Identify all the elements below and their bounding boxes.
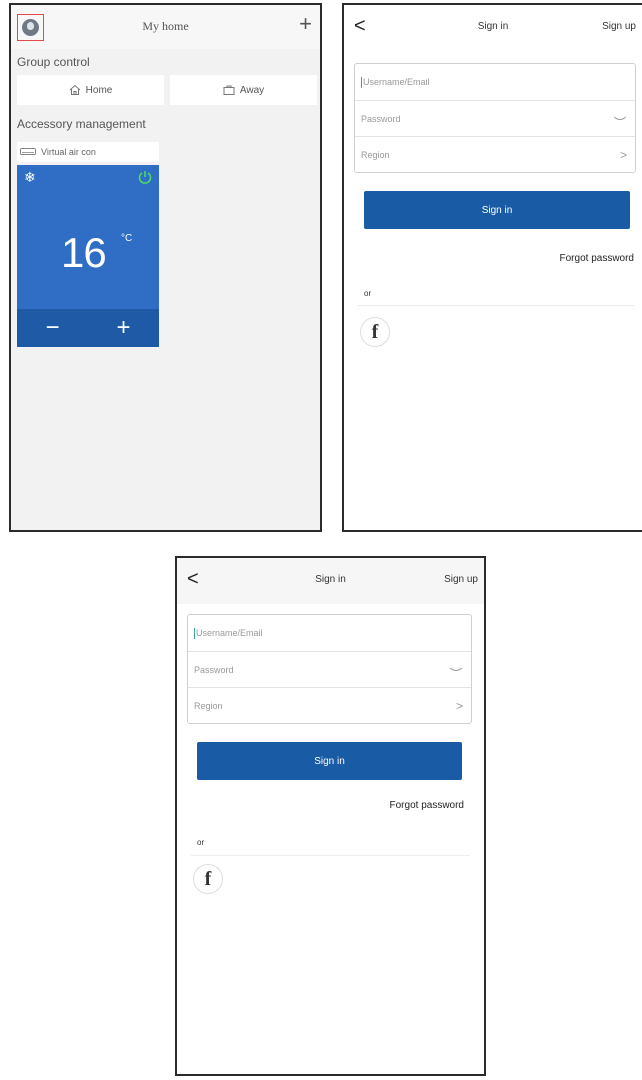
sign-in-screen: < Sign in Sign up Username/Email Passwor… [342, 3, 642, 532]
decrease-temperature-button[interactable]: − [45, 314, 59, 342]
suitcase-icon [223, 85, 235, 95]
eye-closed-icon[interactable] [449, 663, 463, 677]
group-away-label: Away [239, 84, 265, 96]
login-form: Username/Email Password Region > [354, 63, 636, 173]
region-placeholder: Region [361, 149, 390, 160]
forgot-password-link[interactable]: Forgot password [560, 253, 634, 264]
region-field[interactable]: Region > [355, 136, 635, 172]
nav-bar: < Sign in Sign up [177, 558, 484, 604]
username-field[interactable]: Username/Email [355, 64, 635, 100]
region-placeholder: Region [194, 700, 223, 711]
eye-closed-icon[interactable] [613, 112, 627, 126]
group-away-button[interactable]: Away [170, 75, 317, 105]
increase-temperature-button[interactable]: + [116, 314, 130, 342]
username-placeholder: Username/Email [363, 77, 430, 87]
username-placeholder: Username/Email [196, 628, 263, 638]
chevron-right-icon: > [619, 147, 627, 162]
device-card[interactable]: ❄ 16 °C − + [17, 165, 159, 347]
sign-up-link[interactable]: Sign up [602, 21, 636, 32]
sign-in-button[interactable]: Sign in [364, 191, 630, 229]
group-control-row: Home Away [17, 75, 317, 105]
power-icon[interactable] [137, 169, 153, 190]
snowflake-icon[interactable]: ❄ [24, 169, 36, 186]
device-card-header[interactable]: Virtual air con [17, 142, 159, 162]
group-control-heading: Group control [17, 55, 90, 69]
air-conditioner-icon [20, 148, 36, 155]
region-field[interactable]: Region > [188, 687, 471, 723]
divider [191, 855, 470, 856]
house-icon [69, 84, 80, 95]
temperature-value: 16 [61, 229, 107, 276]
facebook-icon[interactable]: f [193, 864, 223, 894]
password-field[interactable]: Password [188, 651, 471, 687]
forgot-password-link[interactable]: Forgot password [390, 800, 464, 811]
accessory-management-heading: Accessory management [17, 117, 146, 131]
login-form: Username/Email Password Region > [187, 614, 472, 724]
password-placeholder: Password [194, 664, 234, 675]
sign-in-button[interactable]: Sign in [197, 742, 462, 780]
group-home-label: Home [85, 84, 113, 96]
or-label: or [197, 838, 205, 847]
password-placeholder: Password [361, 113, 401, 124]
chevron-right-icon: > [455, 698, 463, 713]
my-home-screen: My home + Group control Home Away Access… [9, 3, 322, 532]
group-home-button[interactable]: Home [17, 75, 164, 105]
or-label: or [364, 289, 372, 298]
sign-up-link[interactable]: Sign up [444, 574, 478, 585]
top-bar: My home + [11, 5, 320, 49]
temperature-unit: °C [121, 233, 133, 244]
password-field[interactable]: Password [355, 100, 635, 136]
text-cursor [361, 76, 362, 88]
page-title: Sign in [477, 21, 509, 32]
page-title: Sign in [315, 574, 346, 585]
nav-bar: < Sign in Sign up [344, 5, 642, 51]
facebook-icon[interactable]: f [360, 317, 390, 347]
text-cursor [194, 627, 195, 639]
temperature-controls: − + [17, 309, 159, 347]
page-title: My home [142, 19, 189, 33]
divider [358, 305, 634, 306]
device-name: Virtual air con [41, 147, 96, 157]
sign-in-screen-2: < Sign in Sign up Username/Email Passwor… [175, 556, 486, 1076]
username-field[interactable]: Username/Email [188, 615, 471, 651]
add-button[interactable]: + [299, 13, 312, 35]
